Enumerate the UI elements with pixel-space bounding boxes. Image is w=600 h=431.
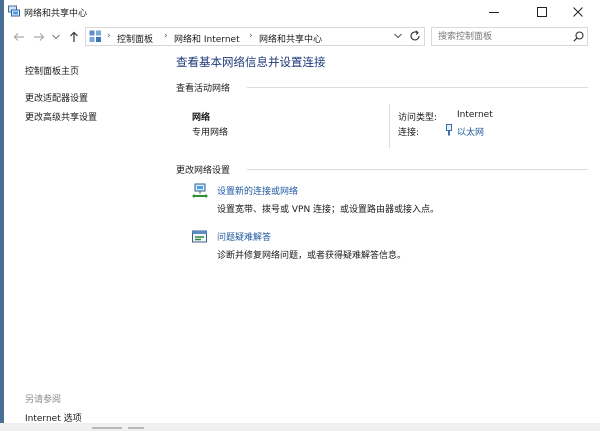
bottom-edge	[0, 423, 600, 431]
chevron-down-icon	[394, 33, 402, 39]
troubleshoot-problems-link[interactable]: 问题疑难解答	[217, 230, 271, 243]
change-settings-heading: 更改网络设置	[176, 166, 231, 176]
minimize-icon	[489, 12, 499, 13]
change-adapter-settings-link[interactable]: 更改适配器设置	[25, 91, 88, 104]
address-dropdown-button[interactable]	[394, 32, 402, 42]
breadcrumb-control-panel[interactable]: 控制面板	[117, 32, 153, 45]
troubleshoot-icon	[191, 229, 209, 245]
back-button[interactable]	[11, 29, 27, 45]
connections-label: 连接:	[398, 128, 420, 138]
network-name: 网络	[192, 113, 211, 123]
ethernet-icon	[445, 124, 453, 136]
chevron-down-icon	[52, 34, 60, 40]
forward-button[interactable]	[31, 29, 47, 45]
search-button[interactable]	[573, 31, 584, 45]
search-icon	[573, 31, 584, 42]
up-arrow-icon	[70, 31, 78, 42]
refresh-icon	[410, 30, 420, 41]
breadcrumb-network-internet[interactable]: 网络和 Internet	[174, 32, 240, 45]
minimize-button[interactable]	[472, 0, 516, 24]
new-connection-icon	[191, 183, 209, 199]
close-icon	[573, 7, 583, 17]
change-advanced-sharing-link[interactable]: 更改高级共享设置	[25, 110, 97, 123]
desktop-edge	[0, 0, 4, 431]
maximize-icon	[537, 7, 547, 17]
network-center-icon	[8, 5, 20, 17]
control-panel-home-link[interactable]: 控制面板主页	[25, 64, 79, 77]
close-button[interactable]	[556, 0, 600, 24]
see-also-heading: 另请参阅	[25, 395, 62, 405]
bottom-edge-mark	[128, 427, 144, 429]
address-bar[interactable]: › 控制面板 › 网络和 Internet › 网络和共享中心	[85, 27, 425, 46]
section-divider	[247, 87, 588, 88]
column-divider	[389, 104, 390, 148]
title-bar[interactable]: 网络和共享中心	[4, 0, 600, 24]
network-sharing-center-window: 网络和共享中心 › 控制面板 › 网络和 Internet › 网络和共享中心 …	[0, 0, 600, 431]
back-arrow-icon	[13, 33, 24, 41]
window-title: 网络和共享中心	[24, 9, 88, 19]
breadcrumb-separator: ›	[107, 31, 111, 41]
forward-arrow-icon	[34, 33, 45, 41]
search-box[interactable]	[431, 27, 588, 46]
search-input[interactable]	[438, 30, 568, 43]
setup-new-connection-description: 设置宽带、拨号或 VPN 连接；或设置路由器或接入点。	[217, 205, 440, 215]
ethernet-connection-link[interactable]: 以太网	[457, 125, 484, 138]
troubleshoot-problems-description: 诊断并修复网络问题，或者获得疑难解答信息。	[217, 251, 407, 261]
breadcrumb-network-sharing-center[interactable]: 网络和共享中心	[259, 32, 322, 45]
page-title: 查看基本网络信息并设置连接	[176, 55, 326, 69]
active-networks-heading: 查看活动网络	[176, 84, 231, 94]
control-panel-icon	[89, 30, 102, 43]
network-profile-link[interactable]: 专用网络	[192, 125, 228, 138]
access-type-label: 访问类型:	[398, 113, 438, 123]
refresh-button[interactable]	[409, 30, 421, 45]
section-divider	[247, 169, 588, 170]
up-button[interactable]	[66, 29, 82, 45]
setup-new-connection-link[interactable]: 设置新的连接或网络	[217, 184, 298, 197]
breadcrumb-separator: ›	[249, 31, 253, 41]
recent-locations-button[interactable]	[51, 29, 61, 45]
access-type-value: Internet	[457, 110, 493, 120]
bottom-edge-mark	[92, 427, 122, 429]
breadcrumb-separator: ›	[164, 31, 168, 41]
